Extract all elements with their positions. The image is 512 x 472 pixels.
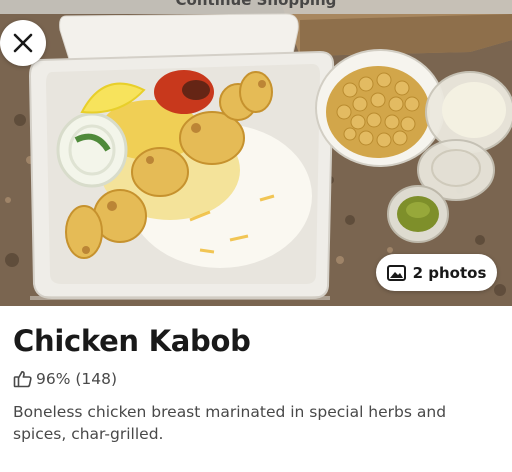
item-rating: 96% (148)	[13, 370, 117, 388]
photos-count-label: 2 photos	[412, 263, 487, 282]
image-gallery-icon	[386, 264, 406, 281]
view-photos-button[interactable]: 2 photos	[376, 254, 497, 291]
close-icon	[13, 33, 33, 53]
rating-text: 96% (148)	[36, 370, 118, 388]
item-title: Chicken Kabob	[13, 324, 251, 358]
item-description: Boneless chicken breast marinated in spe…	[13, 403, 447, 443]
thumbs-up-icon	[13, 370, 32, 388]
page-header-partial-title: Continue Shopping	[175, 0, 337, 9]
item-photo[interactable]: Continue Shopping 2 photos	[0, 0, 512, 306]
close-button[interactable]	[0, 20, 46, 66]
